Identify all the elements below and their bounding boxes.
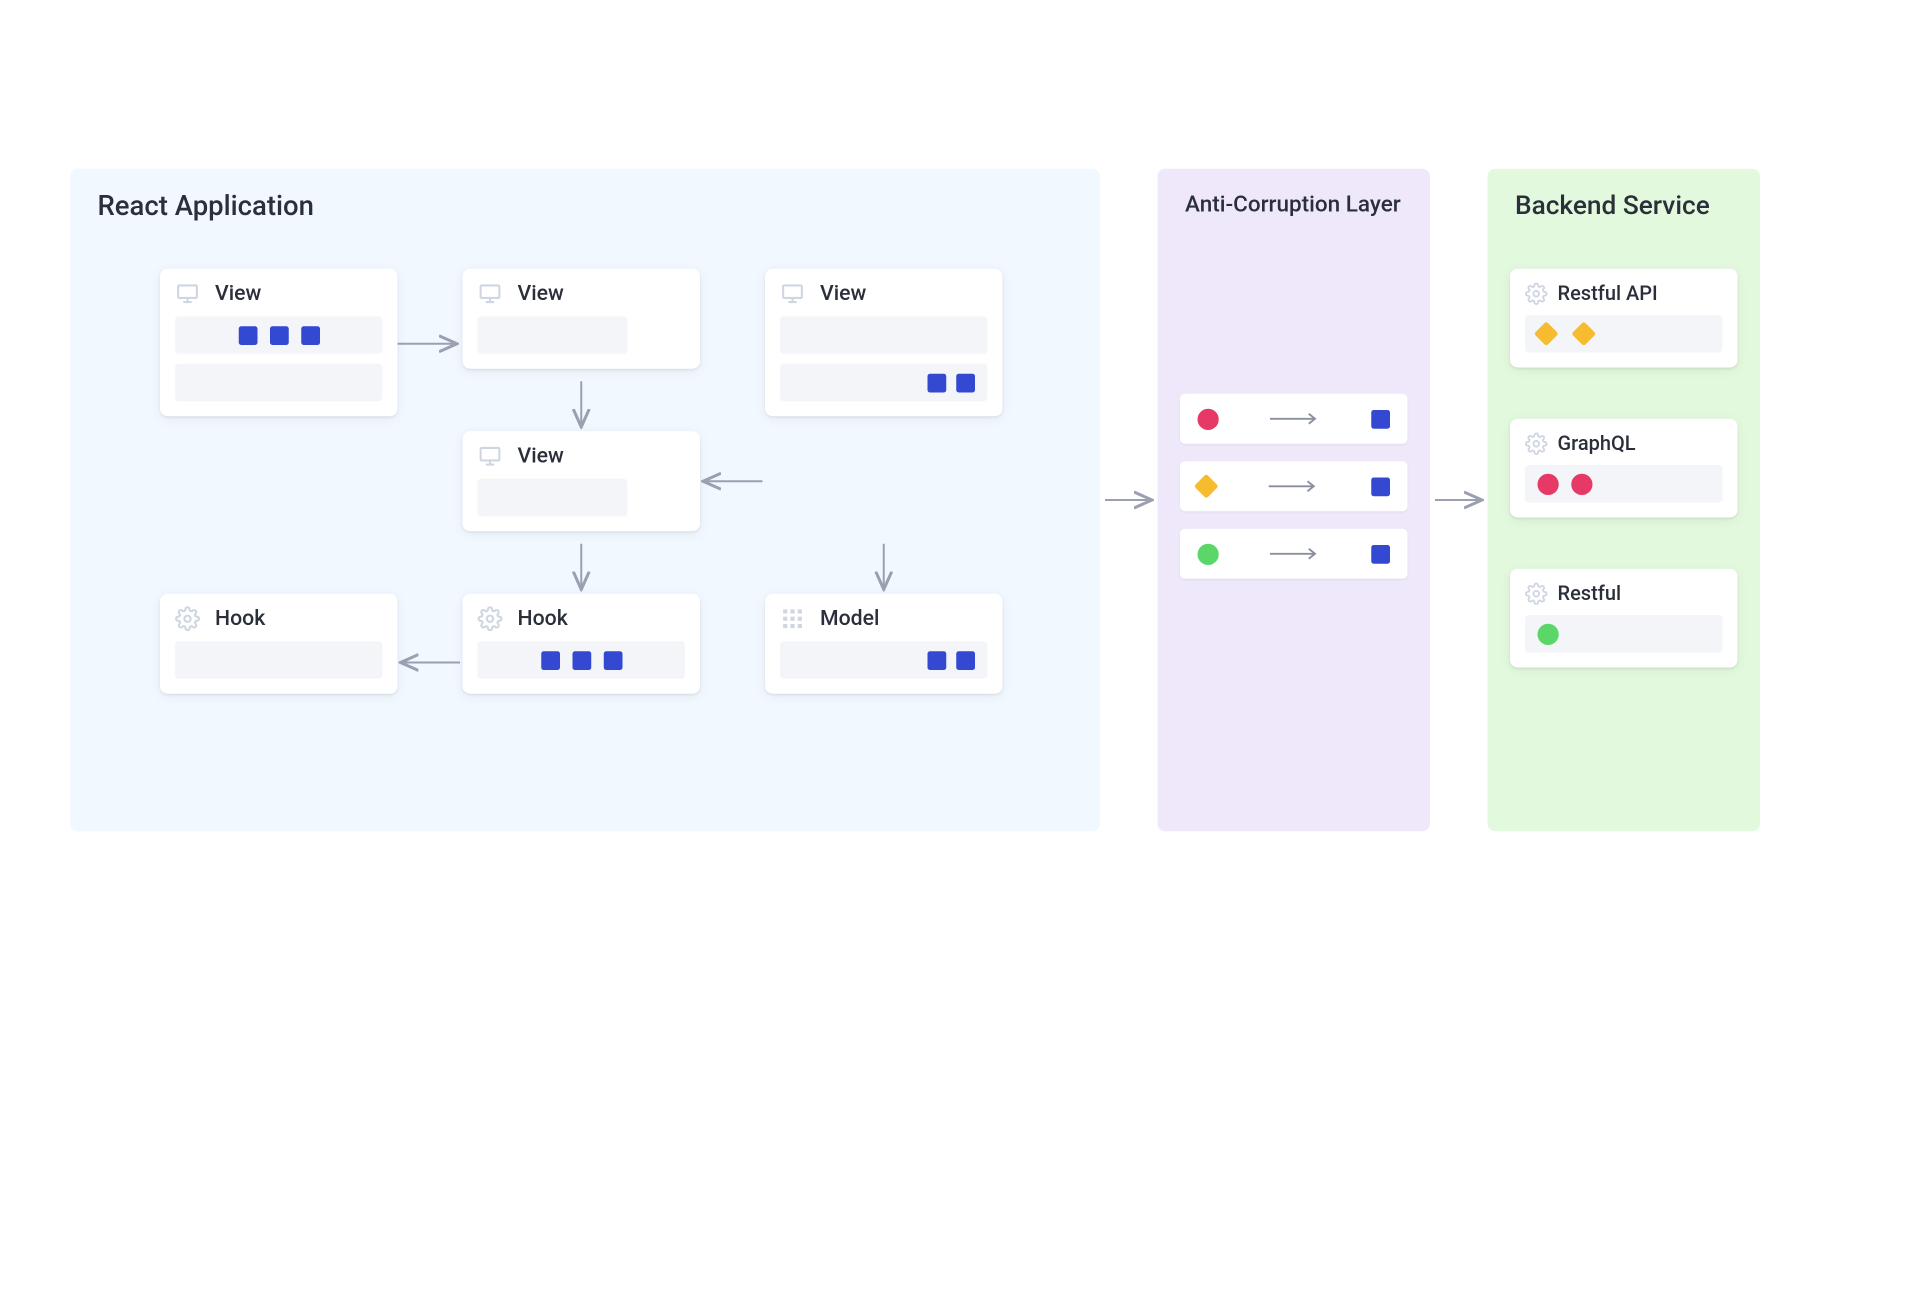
card-title: View bbox=[215, 281, 261, 306]
card-stripe bbox=[1525, 615, 1723, 653]
card-title: GraphQL bbox=[1558, 431, 1636, 455]
acl-panel: Anti-Corruption Layer bbox=[1158, 169, 1431, 832]
card-title: View bbox=[820, 281, 866, 306]
arrow-icon bbox=[1219, 546, 1372, 561]
card-stripe bbox=[175, 364, 383, 402]
acl-mapping-row bbox=[1180, 461, 1408, 511]
card-stripe bbox=[478, 641, 686, 679]
gear-icon bbox=[1525, 432, 1548, 455]
green-circle-marker bbox=[1538, 623, 1559, 644]
card-stripe bbox=[175, 641, 383, 679]
arrow-icon bbox=[1215, 479, 1371, 494]
blue-square-marker bbox=[956, 373, 975, 392]
blue-square-marker bbox=[238, 326, 257, 345]
gear-icon bbox=[478, 606, 503, 631]
blue-square-marker bbox=[572, 651, 591, 670]
card-title: Model bbox=[820, 606, 879, 631]
view-card-1: View bbox=[160, 269, 398, 417]
blue-square-marker bbox=[956, 651, 975, 670]
card-title: Hook bbox=[215, 606, 265, 631]
blue-square-marker bbox=[928, 651, 947, 670]
card-title: View bbox=[518, 444, 564, 469]
graphql-card: GraphQL bbox=[1510, 419, 1738, 518]
monitor-icon bbox=[780, 281, 805, 306]
backend-panel-title: Backend Service bbox=[1488, 169, 1761, 222]
acl-panel-title: Anti-Corruption Layer bbox=[1158, 169, 1431, 218]
model-card: Model bbox=[765, 594, 1003, 694]
hook-card-1: Hook bbox=[160, 594, 398, 694]
red-circle-marker bbox=[1198, 408, 1219, 429]
react-application-panel: React Application View View bbox=[70, 169, 1100, 832]
green-circle-marker bbox=[1198, 543, 1219, 564]
restful-api-card: Restful API bbox=[1510, 269, 1738, 368]
arrow-icon bbox=[1219, 411, 1372, 426]
acl-mapping-row bbox=[1180, 394, 1408, 444]
restful-card: Restful bbox=[1510, 569, 1738, 668]
gear-icon bbox=[175, 606, 200, 631]
blue-square-marker bbox=[541, 651, 560, 670]
card-stripe bbox=[175, 316, 383, 354]
card-stripe bbox=[478, 316, 628, 354]
blue-square-marker bbox=[1371, 544, 1390, 563]
monitor-icon bbox=[175, 281, 200, 306]
hook-card-2: Hook bbox=[463, 594, 701, 694]
acl-mappings bbox=[1180, 394, 1408, 597]
blue-square-marker bbox=[269, 326, 288, 345]
card-title: Restful bbox=[1558, 581, 1622, 605]
react-panel-title: React Application bbox=[70, 169, 1100, 223]
card-stripe bbox=[1525, 465, 1723, 503]
backend-panel: Backend Service Restful API GraphQL bbox=[1488, 169, 1761, 832]
monitor-icon bbox=[478, 281, 503, 306]
blue-square-marker bbox=[603, 651, 622, 670]
card-stripe bbox=[780, 316, 988, 354]
card-title: Restful API bbox=[1558, 281, 1658, 305]
red-circle-marker bbox=[1538, 473, 1559, 494]
yellow-diamond-marker bbox=[1194, 474, 1219, 499]
card-title: Hook bbox=[518, 606, 568, 631]
card-title: View bbox=[518, 281, 564, 306]
card-stripe bbox=[780, 641, 988, 679]
monitor-icon bbox=[478, 444, 503, 469]
card-stripe bbox=[1525, 315, 1723, 353]
card-stripe bbox=[478, 479, 628, 517]
red-circle-marker bbox=[1571, 473, 1592, 494]
gear-icon bbox=[1525, 282, 1548, 305]
blue-square-marker bbox=[1371, 409, 1390, 428]
view-card-2: View bbox=[463, 269, 701, 369]
yellow-diamond-marker bbox=[1571, 321, 1596, 346]
blue-square-marker bbox=[1371, 477, 1390, 496]
view-card-4: View bbox=[463, 431, 701, 531]
gear-icon bbox=[1525, 582, 1548, 605]
view-card-3: View bbox=[765, 269, 1003, 417]
acl-mapping-row bbox=[1180, 529, 1408, 579]
grid-icon bbox=[780, 606, 805, 631]
blue-square-marker bbox=[301, 326, 320, 345]
card-stripe bbox=[780, 364, 988, 402]
yellow-diamond-marker bbox=[1534, 321, 1559, 346]
blue-square-marker bbox=[928, 373, 947, 392]
